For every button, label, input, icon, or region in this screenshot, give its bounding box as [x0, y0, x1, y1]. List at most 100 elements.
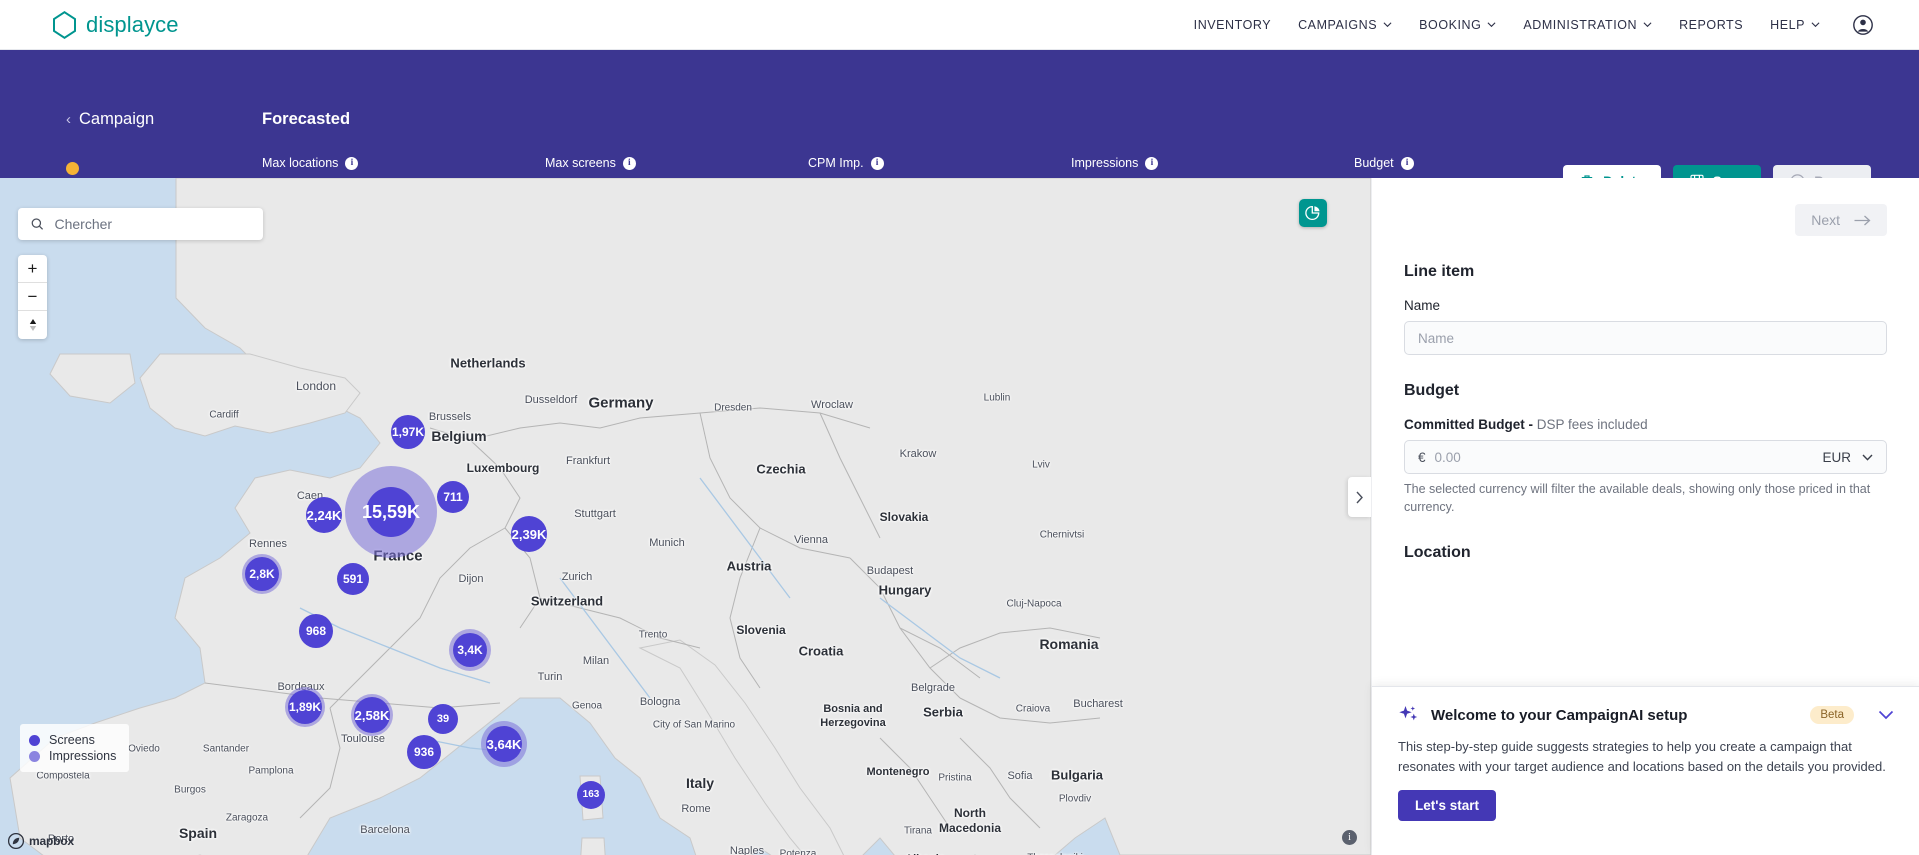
info-icon[interactable]: i: [870, 156, 884, 170]
campaign-status-dot: [66, 162, 79, 175]
map-zoom-controls: + −: [18, 255, 47, 339]
map-panel-expand-button[interactable]: [1348, 477, 1371, 517]
map-cluster-marker[interactable]: 2,58K: [351, 694, 393, 736]
legend-item-screens: Screens: [29, 733, 116, 747]
map-cluster-marker[interactable]: 1,97K: [391, 415, 425, 449]
search-icon: [31, 218, 44, 230]
map-cluster-marker[interactable]: 3,4K: [449, 629, 491, 671]
lets-start-button[interactable]: Let's start: [1398, 789, 1496, 821]
next-label: Next: [1811, 212, 1840, 228]
map-cluster-marker[interactable]: 2,8K: [242, 554, 282, 594]
nav-item-campaigns[interactable]: CAMPAIGNS: [1298, 18, 1392, 32]
chevron-down-icon: [1878, 710, 1894, 719]
chevron-down-icon: [1811, 22, 1820, 28]
nav-item-reports[interactable]: REPORTS: [1679, 18, 1743, 32]
map-cluster-marker[interactable]: 39: [428, 704, 458, 734]
campaign-ai-panel: Welcome to your CampaignAI setup Beta Th…: [1372, 686, 1919, 855]
map-cluster-marker[interactable]: 968: [299, 614, 333, 648]
cluster-screens-count: 1,89K: [288, 690, 322, 724]
line-item-title: Line item: [1404, 263, 1475, 280]
map-cluster-marker[interactable]: 2,24K: [306, 497, 342, 533]
currency-helper-text: The selected currency will filter the av…: [1404, 482, 1871, 514]
committed-budget-sub: DSP fees included: [1536, 417, 1648, 432]
map-search-box[interactable]: [18, 208, 263, 240]
budget-title: Budget: [1404, 382, 1460, 399]
cluster-screens-count: 3,4K: [453, 633, 487, 667]
search-input[interactable]: [54, 216, 250, 232]
map-cluster-marker[interactable]: 3,64K: [481, 721, 527, 767]
next-row: Next: [1404, 204, 1887, 236]
cluster-screens-count: 15,59K: [362, 487, 420, 537]
nav-item-inventory[interactable]: INVENTORY: [1194, 18, 1271, 32]
brand-logo[interactable]: displayce: [52, 10, 179, 39]
account-button[interactable]: [1853, 14, 1873, 35]
map-cluster-marker[interactable]: 163: [577, 781, 605, 809]
info-icon[interactable]: i: [345, 156, 359, 170]
forecasted-title: Forecasted: [262, 110, 351, 128]
nav-items: INVENTORY CAMPAIGNS BOOKING ADMINISTRATI…: [1194, 14, 1873, 35]
cluster-screens-count: 2,24K: [306, 497, 342, 533]
cluster-screens-count: 163: [577, 781, 605, 809]
pie-chart-icon: [1305, 205, 1320, 221]
top-navigation-bar: displayce INVENTORY CAMPAIGNS BOOKING AD…: [0, 0, 1919, 50]
name-field[interactable]: [1404, 321, 1887, 355]
map-canvas[interactable]: London Cardiff Netherlands Brussels Belgium G…: [0, 178, 1371, 855]
nav-item-label: INVENTORY: [1193, 17, 1272, 32]
nav-item-label: ADMINISTRATION: [1523, 17, 1638, 32]
map-chart-toggle-button[interactable]: [1299, 199, 1327, 227]
chevron-down-icon: [1383, 22, 1392, 28]
ai-panel-title: Welcome to your CampaignAI setup: [1431, 706, 1688, 724]
name-label: Name: [1404, 298, 1441, 313]
map-geography: [0, 178, 1371, 855]
ai-collapse-button[interactable]: [1878, 707, 1894, 724]
campaign-subheader: ‹ Campaign Forecasted Max locations i - …: [0, 50, 1919, 237]
currency-select[interactable]: EUR: [1822, 450, 1873, 465]
map-cluster-marker[interactable]: 1,89K: [285, 687, 325, 727]
metric-label: Max screens: [545, 156, 616, 170]
compass-icon: [29, 319, 36, 331]
info-icon[interactable]: i: [1145, 156, 1159, 170]
map-cluster-marker[interactable]: 711: [437, 481, 469, 513]
cluster-screens-count: 711: [437, 481, 469, 513]
info-icon[interactable]: i: [1400, 156, 1414, 170]
setup-side-panel: Next Line item Name Budget Committed Bud…: [1371, 178, 1919, 855]
main-content: London Cardiff Netherlands Brussels Belgium G…: [0, 178, 1919, 855]
chevron-left-icon: ‹: [66, 111, 71, 128]
map-cluster-marker[interactable]: 936: [407, 735, 441, 769]
legend-dot-impressions: [29, 750, 40, 762]
cluster-screens-count: 591: [337, 563, 369, 595]
next-button[interactable]: Next: [1795, 204, 1887, 236]
map-cluster-marker[interactable]: 2,39K: [511, 516, 547, 552]
map-cluster-marker[interactable]: 15,59K: [345, 466, 437, 558]
budget-amount-input[interactable]: [1434, 449, 1823, 465]
name-input[interactable]: [1418, 330, 1873, 346]
nav-item-help[interactable]: HELP: [1770, 18, 1820, 32]
metric-label: Impressions: [1071, 156, 1139, 170]
nav-item-label: HELP: [1770, 17, 1805, 32]
budget-amount-field[interactable]: € EUR: [1404, 440, 1887, 474]
nav-item-administration[interactable]: ADMINISTRATION: [1523, 18, 1652, 32]
legend-dot-screens: [29, 734, 40, 746]
chevron-down-icon: [1862, 454, 1873, 461]
currency-symbol: €: [1418, 449, 1426, 465]
mapbox-attribution[interactable]: mapbox: [8, 833, 74, 849]
zoom-in-button[interactable]: +: [18, 255, 47, 283]
info-icon[interactable]: i: [622, 156, 636, 170]
cluster-screens-count: 968: [299, 614, 333, 648]
legend-label: Screens: [49, 733, 95, 747]
mapbox-logo-icon: [8, 833, 24, 849]
hexagon-logo-icon: [53, 10, 76, 39]
user-account-icon: [1853, 14, 1873, 35]
compass-reset-button[interactable]: [18, 311, 47, 339]
ai-panel-body: This step-by-step guide suggests strateg…: [1398, 739, 1886, 774]
back-label: Campaign: [79, 110, 155, 128]
back-to-campaign-link[interactable]: ‹ Campaign: [66, 110, 154, 129]
zoom-out-button[interactable]: −: [18, 283, 47, 311]
nav-item-label: REPORTS: [1679, 17, 1744, 32]
map-legend: Screens Impressions: [20, 724, 130, 772]
nav-item-label: BOOKING: [1419, 17, 1482, 32]
map-info-button[interactable]: i: [1342, 830, 1357, 845]
cluster-screens-count: 3,64K: [486, 726, 522, 762]
nav-item-booking[interactable]: BOOKING: [1419, 18, 1496, 32]
map-cluster-marker[interactable]: 591: [337, 563, 369, 595]
